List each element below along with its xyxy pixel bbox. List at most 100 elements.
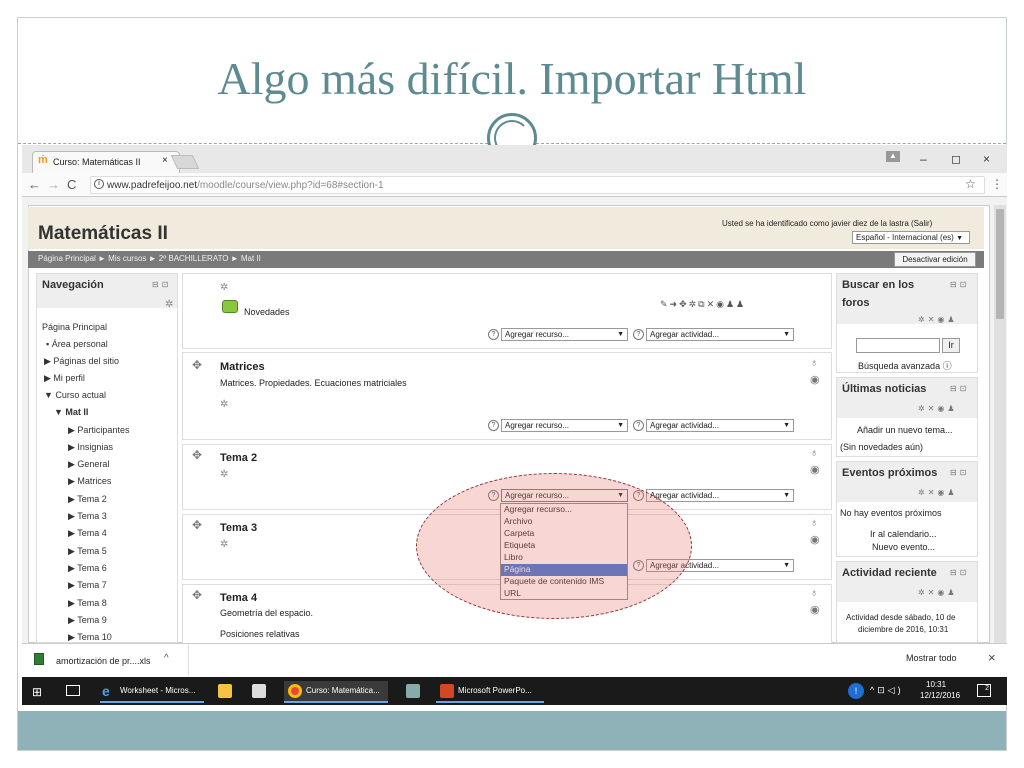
- back-icon[interactable]: ←: [28, 177, 41, 192]
- tab-close-icon[interactable]: ×: [162, 155, 168, 166]
- task-view-icon[interactable]: [66, 685, 80, 696]
- nav-item-tema5[interactable]: ▶ Tema 5: [68, 546, 107, 557]
- scrollbar-thumb[interactable]: [996, 209, 1004, 319]
- block-dock-icon[interactable]: ⊟⊡: [950, 280, 969, 289]
- nav-item-current-course[interactable]: ▼ Curso actual: [44, 390, 106, 400]
- action-center-icon[interactable]: 2: [977, 684, 991, 697]
- bookmark-star-icon[interactable]: ☆: [965, 177, 976, 191]
- add-activity-select[interactable]: Agregar actividad... ▼: [646, 419, 794, 432]
- taskbar-item-worksheet[interactable]: Worksheet - Micros...: [96, 681, 204, 703]
- help-icon[interactable]: ?: [488, 329, 499, 340]
- nav-item-tema2[interactable]: ▶ Tema 2: [68, 494, 107, 505]
- nav-item-badges[interactable]: ▶ Insignias: [68, 442, 113, 453]
- url-bar[interactable]: www.padrefeijoo.net/moodle/course/view.p…: [90, 176, 985, 194]
- gear-icon[interactable]: ✲: [220, 399, 228, 410]
- app-icon[interactable]: [406, 684, 420, 698]
- nav-item-tema3[interactable]: ▶ Tema 3: [68, 511, 107, 522]
- edit-tools-icon[interactable]: ✎➜✥✲⧉✕◉♟♟: [660, 299, 746, 310]
- eye-icon[interactable]: ◉: [810, 373, 820, 386]
- add-activity-select[interactable]: Agregar actividad... ▼: [646, 328, 794, 341]
- edit-mode-button[interactable]: Desactivar edición: [894, 252, 976, 267]
- new-event-link[interactable]: Nuevo evento...: [872, 542, 935, 552]
- nav-label: Área personal: [51, 339, 108, 349]
- nav-item-tema10[interactable]: ▶ Tema 10: [68, 632, 112, 643]
- nav-item-tema7[interactable]: ▶ Tema 7: [68, 580, 107, 591]
- search-input[interactable]: [856, 338, 940, 353]
- nav-item-site-pages[interactable]: ▶ Páginas del sitio: [44, 356, 119, 367]
- add-resource-select[interactable]: Agregar recurso... ▼: [501, 328, 628, 341]
- store-icon[interactable]: [252, 684, 266, 698]
- tab-title: Curso: Matemáticas II: [53, 157, 141, 167]
- nav-item-profile[interactable]: ▶ Mi perfil: [44, 373, 85, 384]
- nav-item-dashboard[interactable]: ▪ Área personal: [46, 339, 108, 349]
- lightbulb-icon[interactable]: ♁: [810, 357, 818, 369]
- move-icon[interactable]: ✥: [192, 518, 202, 532]
- move-icon[interactable]: ✥: [192, 448, 202, 462]
- minimize-icon[interactable]: –: [920, 152, 927, 166]
- help-icon[interactable]: ?: [633, 329, 644, 340]
- lightbulb-icon[interactable]: ♁: [810, 587, 818, 599]
- block-actions-icon[interactable]: ✲✕◉♟: [918, 488, 958, 497]
- nav-item-tema9[interactable]: ▶ Tema 9: [68, 615, 107, 626]
- gear-icon[interactable]: ✲: [220, 469, 228, 480]
- advanced-search-link[interactable]: Búsqueda avanzada ⓘ: [858, 359, 952, 372]
- login-info[interactable]: Usted se ha identificado como javier die…: [722, 219, 932, 228]
- block-dock-icon[interactable]: ⊟⊡: [950, 568, 969, 577]
- nav-item-participants[interactable]: ▶ Participantes: [68, 425, 129, 436]
- nav-item-home[interactable]: Página Principal: [42, 322, 107, 332]
- menu-icon[interactable]: ⋮: [991, 177, 1003, 191]
- eye-icon[interactable]: ◉: [810, 463, 820, 476]
- gear-icon[interactable]: ✲: [220, 282, 228, 293]
- help-icon[interactable]: ?: [488, 420, 499, 431]
- nav-item-tema6[interactable]: ▶ Tema 6: [68, 563, 107, 574]
- block-actions-icon[interactable]: ✲✕◉♟: [918, 588, 958, 597]
- taskbar-item-powerpoint[interactable]: Microsoft PowerPo...: [434, 681, 544, 703]
- show-all-button[interactable]: Mostrar todo: [906, 653, 957, 663]
- maximize-icon[interactable]: ◻: [951, 152, 961, 166]
- nav-item-course[interactable]: ▼ Mat II: [54, 407, 88, 417]
- search-button[interactable]: Ir: [942, 338, 960, 353]
- system-tray-icons[interactable]: ^⊡◁): [870, 685, 904, 696]
- notification-app-icon[interactable]: !: [848, 683, 864, 699]
- block-dock-icon[interactable]: ⊟⊡: [152, 280, 171, 289]
- clock-time[interactable]: 10:31: [926, 680, 946, 689]
- breadcrumb[interactable]: Página Principal ► Mis cursos ► 2º BACHI…: [38, 254, 261, 263]
- add-resource-select[interactable]: Agregar recurso... ▼: [501, 419, 628, 432]
- nav-item-tema4[interactable]: ▶ Tema 4: [68, 528, 107, 539]
- nav-item-matrices[interactable]: ▶ Matrices: [68, 476, 111, 487]
- nav-item-tema8[interactable]: ▶ Tema 8: [68, 598, 107, 609]
- forum-link[interactable]: Novedades: [244, 307, 290, 317]
- block-dock-icon[interactable]: ⊟⊡: [950, 468, 969, 477]
- add-topic-link[interactable]: Añadir un nuevo tema...: [857, 425, 953, 435]
- gear-icon[interactable]: ✲: [220, 539, 228, 550]
- eye-icon[interactable]: ◉: [810, 533, 820, 546]
- move-icon[interactable]: ✥: [192, 358, 202, 372]
- download-close-icon[interactable]: ×: [988, 650, 996, 665]
- help-icon[interactable]: ?: [633, 420, 644, 431]
- lightbulb-icon[interactable]: ♁: [810, 447, 818, 459]
- nav-item-general[interactable]: ▶ General: [68, 459, 109, 470]
- reload-icon[interactable]: C: [67, 177, 76, 192]
- lightbulb-icon[interactable]: ♁: [810, 517, 818, 529]
- add-activity-select[interactable]: Agregar actividad... ▼: [646, 489, 794, 502]
- download-file[interactable]: amortización de pr....xls: [56, 656, 151, 666]
- taskbar-item-chrome[interactable]: Curso: Matemática...: [282, 681, 388, 703]
- eye-icon[interactable]: ◉: [810, 603, 820, 616]
- file-explorer-icon[interactable]: [218, 684, 232, 698]
- calendar-link[interactable]: Ir al calendario...: [870, 529, 937, 539]
- gear-icon[interactable]: ✲: [165, 299, 173, 310]
- browser-tab[interactable]: Curso: Matemáticas II: [32, 151, 180, 173]
- window-close-icon[interactable]: ×: [983, 152, 990, 166]
- windows-start-icon[interactable]: ⊞: [32, 685, 42, 699]
- clock-date[interactable]: 12/12/2016: [920, 691, 960, 700]
- block-dock-icon[interactable]: ⊟⊡: [950, 384, 969, 393]
- block-actions-icon[interactable]: ✲✕◉♟: [918, 315, 958, 324]
- info-icon[interactable]: i: [94, 179, 104, 189]
- user-icon[interactable]: ▲: [886, 151, 900, 162]
- language-select[interactable]: Español - Internacional (es) ▼: [852, 231, 970, 244]
- chevron-up-icon[interactable]: ^: [164, 653, 169, 664]
- block-actions-icon[interactable]: ✲✕◉♟: [918, 404, 958, 413]
- download-divider: [188, 645, 189, 675]
- move-icon[interactable]: ✥: [192, 588, 202, 602]
- forward-icon[interactable]: →: [47, 177, 60, 192]
